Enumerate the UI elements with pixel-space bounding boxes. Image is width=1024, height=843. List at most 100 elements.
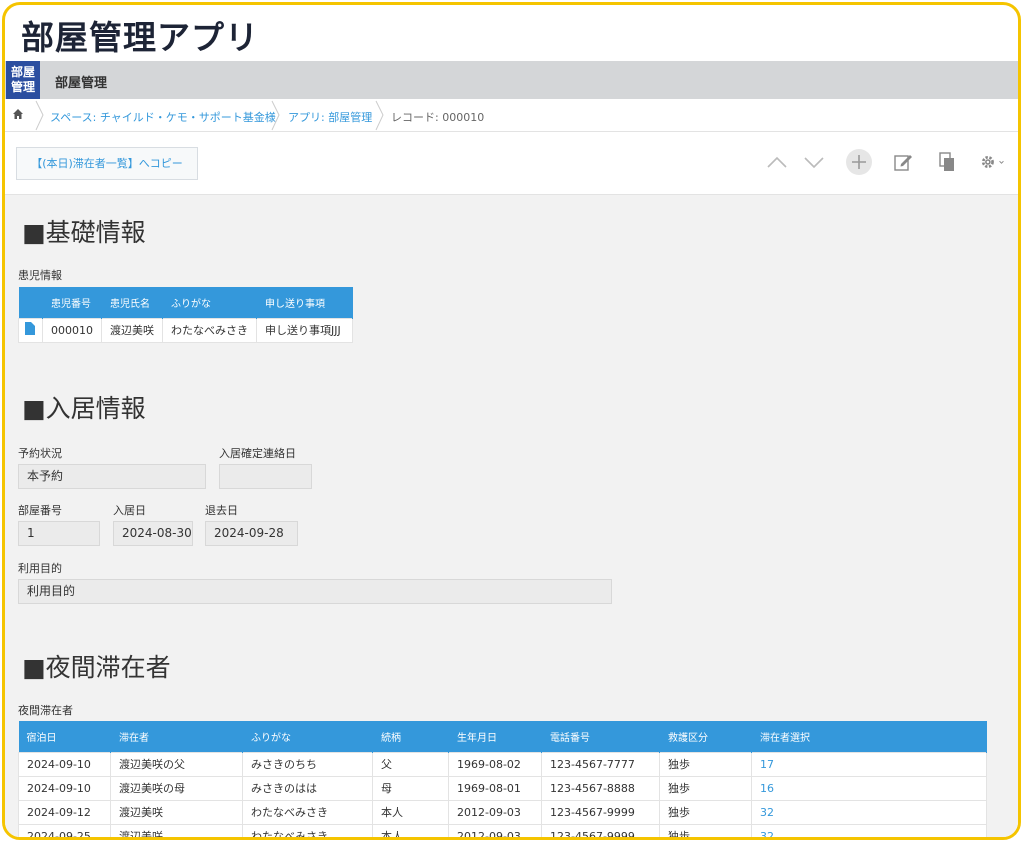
breadcrumb-separator-icon bbox=[375, 100, 384, 131]
table-header: 滞在者選択 bbox=[751, 721, 987, 752]
night-stay-table: 宿泊日 滞在者 ふりがな 続柄 生年月日 電話番号 救護区分 滞在者選択 202… bbox=[18, 721, 987, 837]
add-icon[interactable] bbox=[845, 148, 873, 176]
table-row: 2024-09-12 渡辺美咲 わたなべみさき 本人 2012-09-03 12… bbox=[18, 799, 987, 825]
patient-info-label: 患児情報 bbox=[18, 269, 62, 282]
table-header: ふりがな bbox=[242, 721, 373, 752]
table-cell: 独歩 bbox=[659, 775, 752, 801]
stayer-link[interactable]: 32 bbox=[751, 823, 987, 837]
table-row: 2024-09-25 渡辺美咲 わたなべみさき 本人 2012-09-03 12… bbox=[18, 823, 987, 837]
table-cell: 2012-09-03 bbox=[448, 799, 542, 825]
app-logo-text-1: 部屋 bbox=[10, 65, 35, 79]
table-cell: 123-4567-9999 bbox=[541, 823, 660, 837]
app-logo-icon[interactable]: 部屋 管理 bbox=[6, 61, 40, 99]
detail-cell[interactable] bbox=[18, 317, 43, 343]
table-header: 電話番号 bbox=[541, 721, 660, 752]
table-header-blank bbox=[18, 287, 43, 318]
table-cell: 2024-09-10 bbox=[18, 751, 111, 777]
table-cell: 本人 bbox=[372, 799, 449, 825]
table-cell: 母 bbox=[372, 775, 449, 801]
breadcrumb: スペース: チャイルド・ケモ・サポート基金様 アプリ: 部屋管理 レコード: 0… bbox=[5, 99, 1018, 132]
document-icon[interactable] bbox=[25, 322, 35, 335]
app-frame: 部屋管理アプリ 部屋 管理 部屋管理 スペース: チャイルド・ケモ・サポート基金… bbox=[2, 2, 1021, 840]
app-name[interactable]: 部屋管理 bbox=[55, 72, 107, 91]
purpose-field: 利用目的 bbox=[18, 579, 612, 604]
duplicate-icon[interactable] bbox=[933, 148, 961, 176]
edit-icon[interactable] bbox=[889, 148, 917, 176]
table-cell: 独歩 bbox=[659, 799, 752, 825]
table-cell: 独歩 bbox=[659, 823, 752, 837]
table-cell: 1969-08-01 bbox=[448, 775, 542, 801]
table-cell: みさきのちち bbox=[242, 751, 373, 777]
table-cell: 123-4567-9999 bbox=[541, 799, 660, 825]
move-in-date-label: 入居日 bbox=[113, 504, 146, 517]
table-row: 2024-09-10 渡辺美咲の母 みさきのはは 母 1969-08-01 12… bbox=[18, 775, 987, 801]
table-header: 患児氏名 bbox=[101, 287, 163, 318]
home-icon[interactable] bbox=[12, 108, 24, 120]
move-out-date-label: 退去日 bbox=[205, 504, 238, 517]
record-toolbar: 【(本日)滞在者一覧】へコピー bbox=[5, 132, 1018, 195]
room-number-label: 部屋番号 bbox=[18, 504, 62, 517]
table-row[interactable]: 000010 渡辺美咲 わたなべみさき 申し送り事項JJJ bbox=[18, 317, 353, 343]
copy-to-stay-list-button[interactable]: 【(本日)滞在者一覧】へコピー bbox=[16, 147, 198, 180]
table-header: 生年月日 bbox=[448, 721, 542, 752]
confirm-date-field bbox=[219, 464, 312, 489]
gear-icon[interactable] bbox=[977, 148, 1005, 176]
app-header: 部屋 管理 部屋管理 bbox=[5, 61, 1018, 99]
breadcrumb-separator-icon bbox=[271, 100, 280, 131]
table-header: 続柄 bbox=[372, 721, 449, 752]
table-cell: 000010 bbox=[42, 317, 102, 343]
page-title: 部屋管理アプリ bbox=[21, 18, 259, 57]
move-out-date-field: 2024-09-28 bbox=[205, 521, 298, 546]
table-cell: 渡辺美咲の母 bbox=[110, 775, 243, 801]
table-header: 滞在者 bbox=[110, 721, 243, 752]
stayer-link[interactable]: 17 bbox=[751, 751, 987, 777]
room-number-field: 1 bbox=[18, 521, 100, 546]
table-cell: 渡辺美咲 bbox=[110, 799, 243, 825]
table-cell: 渡辺美咲 bbox=[110, 823, 243, 837]
table-cell: 123-4567-7777 bbox=[541, 751, 660, 777]
table-cell: 123-4567-8888 bbox=[541, 775, 660, 801]
table-header: 患児番号 bbox=[42, 287, 102, 318]
table-cell: 1969-08-02 bbox=[448, 751, 542, 777]
table-header-row: 宿泊日 滞在者 ふりがな 続柄 生年月日 電話番号 救護区分 滞在者選択 bbox=[18, 721, 987, 752]
confirm-date-label: 入居確定連絡日 bbox=[219, 447, 296, 460]
next-record-icon[interactable] bbox=[800, 148, 828, 176]
table-cell: 独歩 bbox=[659, 751, 752, 777]
table-cell: 渡辺美咲 bbox=[101, 317, 163, 343]
table-cell: みさきのはは bbox=[242, 775, 373, 801]
table-cell: 2024-09-10 bbox=[18, 775, 111, 801]
patient-table: 患児番号 患児氏名 ふりがな 申し送り事項 000010 渡辺美咲 わたなべみさ… bbox=[18, 287, 353, 343]
prev-record-icon[interactable] bbox=[763, 148, 791, 176]
table-header-row: 患児番号 患児氏名 ふりがな 申し送り事項 bbox=[18, 287, 353, 318]
table-cell: わたなべみさき bbox=[162, 317, 257, 343]
table-row: 2024-09-10 渡辺美咲の父 みさきのちち 父 1969-08-02 12… bbox=[18, 751, 987, 777]
reservation-status-label: 予約状況 bbox=[18, 447, 62, 460]
table-cell: 本人 bbox=[372, 823, 449, 837]
table-cell: 2024-09-12 bbox=[18, 799, 111, 825]
breadcrumb-separator-icon bbox=[35, 100, 44, 131]
move-in-date-field: 2024-08-30 bbox=[113, 521, 193, 546]
app-logo-text-2: 管理 bbox=[10, 80, 35, 94]
table-cell: 父 bbox=[372, 751, 449, 777]
table-header: 救護区分 bbox=[659, 721, 752, 752]
section-title-basic: ■基礎情報 bbox=[22, 218, 146, 247]
table-cell: わたなべみさき bbox=[242, 823, 373, 837]
breadcrumb-space[interactable]: スペース: チャイルド・ケモ・サポート基金様 bbox=[50, 109, 276, 125]
table-cell: わたなべみさき bbox=[242, 799, 373, 825]
purpose-label: 利用目的 bbox=[18, 562, 62, 575]
table-cell: 2024-09-25 bbox=[18, 823, 111, 837]
reservation-status-field: 本予約 bbox=[18, 464, 206, 489]
table-header: 申し送り事項 bbox=[256, 287, 353, 318]
table-header: 宿泊日 bbox=[18, 721, 111, 752]
table-cell: 申し送り事項JJJ bbox=[256, 317, 353, 343]
table-header: ふりがな bbox=[162, 287, 257, 318]
record-content: ■基礎情報 患児情報 患児番号 患児氏名 ふりがな 申し送り事項 000010 bbox=[5, 195, 1018, 837]
breadcrumb-app[interactable]: アプリ: 部屋管理 bbox=[288, 109, 372, 125]
table-cell: 渡辺美咲の父 bbox=[110, 751, 243, 777]
breadcrumb-record: レコード: 000010 bbox=[391, 111, 485, 124]
table-cell: 2012-09-03 bbox=[448, 823, 542, 837]
section-title-moving-in: ■入居情報 bbox=[22, 394, 146, 423]
stayer-link[interactable]: 32 bbox=[751, 799, 987, 825]
stayer-link[interactable]: 16 bbox=[751, 775, 987, 801]
night-stay-label: 夜間滞在者 bbox=[18, 704, 73, 717]
